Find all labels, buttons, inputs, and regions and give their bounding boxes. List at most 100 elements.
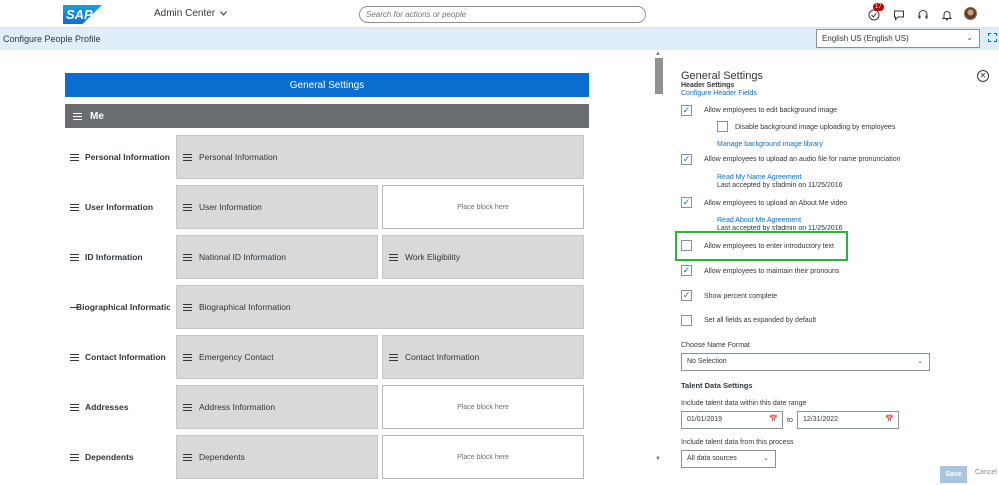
cancel-button[interactable]: Cancel bbox=[975, 469, 997, 476]
section-label-addresses[interactable]: Addresses bbox=[70, 402, 170, 412]
checkbox-label: Allow employees to edit background image bbox=[704, 107, 838, 114]
sap-logo[interactable]: SAP bbox=[63, 5, 102, 24]
scroll-down-arrow-icon[interactable]: ▼ bbox=[655, 456, 661, 462]
drag-handle-icon[interactable] bbox=[183, 303, 192, 311]
checkbox-label: Allow employees to maintain their pronou… bbox=[704, 268, 840, 275]
panel-subtitle: Header Settings bbox=[681, 82, 735, 89]
configure-header-fields-link[interactable]: Configure Header Fields bbox=[681, 90, 757, 97]
section-label-dependents[interactable]: Dependents bbox=[70, 452, 170, 462]
section-label-personal-information[interactable]: Personal Information bbox=[70, 152, 170, 162]
scrollbar-track[interactable] bbox=[653, 50, 663, 465]
drag-handle-icon[interactable] bbox=[70, 153, 79, 161]
date-from-value: 01/01/2019 bbox=[687, 416, 723, 423]
search-input[interactable] bbox=[359, 6, 646, 23]
chevron-down-icon: ⌄ bbox=[966, 33, 973, 42]
panel-title: General Settings bbox=[681, 70, 763, 82]
read-about-me-agreement-link[interactable]: Read About Me Agreement bbox=[717, 217, 801, 224]
drag-handle-icon[interactable] bbox=[70, 353, 79, 361]
check-icon: ✓ bbox=[682, 154, 691, 164]
name-format-select[interactable]: No Selection ⌄ bbox=[681, 353, 930, 371]
block-user-information[interactable]: User Information bbox=[176, 185, 378, 229]
chevron-down-icon bbox=[220, 11, 228, 16]
name-format-label: Choose Name Format bbox=[681, 342, 750, 349]
drag-handle-icon[interactable] bbox=[389, 353, 398, 361]
save-button[interactable]: Save bbox=[940, 466, 967, 483]
shell-bar: SAP Admin Center 17 bbox=[0, 0, 999, 28]
block-label: Emergency Contact bbox=[199, 352, 274, 362]
scroll-up-arrow-icon[interactable]: ▲ bbox=[655, 51, 661, 57]
drag-handle-icon[interactable] bbox=[183, 453, 192, 461]
section-label-text: User Information bbox=[85, 202, 154, 212]
place-block-drop-zone[interactable]: Place block here bbox=[382, 185, 584, 229]
scrollbar-thumb[interactable] bbox=[655, 58, 663, 94]
general-settings-button[interactable]: General Settings bbox=[65, 73, 589, 97]
talent-data-heading: Talent Data Settings bbox=[681, 381, 753, 390]
checkbox-disable-background-upload[interactable] bbox=[717, 121, 728, 132]
date-to-value: 12/31/2022 bbox=[803, 416, 839, 423]
me-section-header[interactable]: Me bbox=[65, 104, 589, 128]
drag-handle-icon[interactable] bbox=[183, 153, 192, 161]
date-to-input[interactable]: 12/31/2022 📅 bbox=[797, 411, 899, 429]
checkbox-edit-background[interactable]: ✓ bbox=[681, 105, 692, 116]
checkbox-audio-pronunciation[interactable]: ✓ bbox=[681, 154, 692, 165]
checkbox-label: Show percent complete bbox=[704, 293, 778, 300]
check-icon: ✓ bbox=[682, 197, 691, 207]
block-personal-information[interactable]: Personal Information bbox=[176, 135, 584, 179]
drag-handle-icon[interactable] bbox=[73, 112, 82, 120]
drag-handle-icon[interactable] bbox=[389, 253, 398, 261]
process-label: Include talent data from this process bbox=[681, 439, 794, 446]
checkbox-expand-all-fields[interactable] bbox=[681, 315, 692, 326]
process-select[interactable]: All data sources ⌄ bbox=[681, 450, 776, 468]
check-icon: ✓ bbox=[682, 265, 691, 275]
checkbox-show-percent-complete[interactable]: ✓ bbox=[681, 290, 692, 301]
block-label: Address Information bbox=[199, 402, 276, 412]
chat-icon[interactable] bbox=[892, 8, 905, 21]
section-label-id-information[interactable]: ID Information bbox=[70, 252, 170, 262]
language-select-value: English US (English US) bbox=[822, 34, 909, 43]
read-my-name-agreement-link[interactable]: Read My Name Agreement bbox=[717, 174, 801, 181]
drag-handle-icon[interactable] bbox=[183, 353, 192, 361]
section-label-user-information[interactable]: User Information bbox=[70, 202, 170, 212]
block-emergency-contact[interactable]: Emergency Contact bbox=[176, 335, 378, 379]
bell-icon[interactable] bbox=[940, 8, 953, 21]
block-dependents[interactable]: Dependents bbox=[176, 435, 378, 479]
calendar-icon[interactable]: 📅 bbox=[769, 415, 778, 423]
checkbox-about-me-video[interactable]: ✓ bbox=[681, 197, 692, 208]
app-title-label: Admin Center bbox=[154, 8, 216, 19]
checkbox-label: Set all fields as expanded by default bbox=[704, 317, 817, 324]
check-icon: ✓ bbox=[682, 290, 691, 300]
block-address-information[interactable]: Address Information bbox=[176, 385, 378, 429]
date-from-input[interactable]: 01/01/2019 📅 bbox=[681, 411, 783, 429]
checkbox-label: Allow employees to upload an About Me vi… bbox=[704, 200, 848, 207]
checkbox-label: Allow employees to enter introductory te… bbox=[704, 243, 834, 250]
fullscreen-icon[interactable] bbox=[988, 33, 997, 44]
close-icon[interactable]: ✕ bbox=[977, 70, 989, 82]
block-work-eligibility[interactable]: Work Eligibility bbox=[382, 235, 584, 279]
checkbox-label: Allow employees to upload an audio file … bbox=[704, 156, 901, 163]
user-avatar[interactable] bbox=[964, 7, 977, 20]
section-label-contact-information[interactable]: Contact Information bbox=[70, 352, 170, 362]
section-label-text: Biographical Information bbox=[76, 302, 170, 312]
block-biographical-information[interactable]: Biographical Information bbox=[176, 285, 584, 329]
help-headset-icon[interactable] bbox=[916, 8, 929, 21]
app-title-menu[interactable]: Admin Center bbox=[154, 8, 228, 19]
drag-handle-icon[interactable] bbox=[70, 203, 79, 211]
drag-handle-icon[interactable] bbox=[70, 453, 79, 461]
drag-handle-icon[interactable] bbox=[70, 403, 79, 411]
section-label-biographical-information[interactable]: Biographical Information bbox=[70, 302, 170, 312]
block-contact-information[interactable]: Contact Information bbox=[382, 335, 584, 379]
checkbox-introductory-text[interactable] bbox=[681, 240, 692, 251]
checkbox-pronouns[interactable]: ✓ bbox=[681, 265, 692, 276]
language-select[interactable]: English US (English US) ⌄ bbox=[816, 29, 980, 48]
date-to-word: to bbox=[787, 417, 793, 424]
drag-handle-icon[interactable] bbox=[183, 253, 192, 261]
block-label: Personal Information bbox=[199, 152, 278, 162]
manage-background-library-link[interactable]: Manage background image library bbox=[717, 141, 823, 148]
drag-handle-icon[interactable] bbox=[70, 253, 79, 261]
place-block-drop-zone[interactable]: Place block here bbox=[382, 385, 584, 429]
block-national-id-information[interactable]: National ID Information bbox=[176, 235, 378, 279]
drag-handle-icon[interactable] bbox=[183, 203, 192, 211]
calendar-icon[interactable]: 📅 bbox=[885, 415, 894, 423]
drag-handle-icon[interactable] bbox=[183, 403, 192, 411]
place-block-drop-zone[interactable]: Place block here bbox=[382, 435, 584, 479]
